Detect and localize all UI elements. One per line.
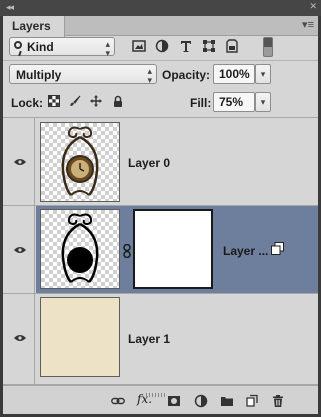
opacity-label: Opacity:	[162, 68, 211, 82]
link-layers-icon[interactable]	[111, 394, 125, 408]
blend-mode-dropdown[interactable]: Multiply ▴ ▾	[9, 64, 157, 85]
fill-slider-button[interactable]: ▾	[255, 92, 271, 112]
visibility-column	[3, 118, 35, 205]
dropdown-arrows-icon: ▴ ▾	[105, 39, 110, 58]
smart-object-filter-icon[interactable]	[225, 39, 239, 53]
add-mask-icon[interactable]	[167, 394, 181, 408]
lock-pixels-icon[interactable]	[69, 95, 81, 107]
opacity-input[interactable]: 100%	[213, 64, 255, 84]
window-titlebar: ◂◂ ✕	[0, 0, 321, 16]
layer-name[interactable]: Layer 1	[128, 332, 170, 346]
new-group-icon[interactable]	[220, 394, 234, 408]
layers-bottom-toolbar: fx.	[3, 385, 318, 414]
delete-layer-icon[interactable]	[271, 394, 285, 408]
smart-object-badge-icon	[271, 242, 284, 255]
fill-input[interactable]: 75%	[213, 92, 255, 112]
adjustment-layer-icon[interactable]	[194, 394, 208, 408]
eye-icon[interactable]	[14, 158, 26, 166]
divider	[3, 60, 318, 61]
blend-mode-label: Multiply	[16, 68, 62, 82]
ornament-silhouette-image	[61, 213, 99, 283]
layer-row-layer-0[interactable]: Layer 0	[3, 118, 318, 206]
layer-mask-thumbnail[interactable]	[133, 209, 213, 289]
clock-ornament-image	[61, 126, 99, 196]
tab-layers[interactable]: Layers	[3, 16, 65, 37]
layer-thumbnail[interactable]	[40, 297, 120, 377]
lock-all-icon[interactable]	[112, 95, 124, 107]
layer-row-layer-masked[interactable]: Layer ...	[3, 206, 318, 294]
filter-kind-label: Kind	[27, 40, 54, 54]
visibility-column	[3, 206, 35, 293]
layer-thumbnail[interactable]	[40, 122, 120, 202]
adjustment-filter-icon[interactable]	[155, 39, 169, 53]
fill-label: Fill:	[190, 96, 212, 110]
lock-label: Lock:	[11, 96, 44, 110]
close-icon[interactable]: ✕	[309, 1, 316, 12]
collapse-icon[interactable]: ◂◂	[6, 2, 14, 13]
layer-row-layer-1[interactable]: Layer 1	[3, 294, 318, 385]
search-icon	[14, 41, 22, 49]
layer-name[interactable]: Layer ...	[223, 244, 268, 258]
opacity-slider-button[interactable]: ▾	[255, 64, 271, 84]
type-filter-icon[interactable]	[179, 39, 193, 53]
layer-name[interactable]: Layer 0	[128, 156, 170, 170]
filter-kind-dropdown[interactable]: Kind ▴ ▾	[9, 37, 115, 58]
lock-position-icon[interactable]	[90, 95, 102, 107]
image-filter-icon[interactable]	[132, 39, 146, 53]
chain-link-icon[interactable]	[122, 244, 132, 258]
shape-filter-icon[interactable]	[202, 39, 216, 53]
new-layer-icon[interactable]	[245, 394, 259, 408]
lock-transparent-icon[interactable]	[48, 95, 60, 107]
resize-grip[interactable]	[146, 393, 166, 397]
tab-bar: Layers ▾≡	[3, 16, 318, 37]
filter-toggle-switch[interactable]	[263, 37, 273, 57]
layer-thumbnail[interactable]	[40, 209, 120, 289]
dropdown-arrows-icon: ▴ ▾	[147, 66, 152, 85]
panel-menu-icon[interactable]: ▾≡	[302, 18, 314, 31]
eye-icon[interactable]	[14, 334, 26, 342]
eye-icon[interactable]	[14, 246, 26, 254]
visibility-column	[3, 294, 35, 384]
layers-panel: Layers ▾≡ Kind ▴ ▾ Multiply ▴ ▾ Opacity: 1…	[3, 16, 318, 414]
